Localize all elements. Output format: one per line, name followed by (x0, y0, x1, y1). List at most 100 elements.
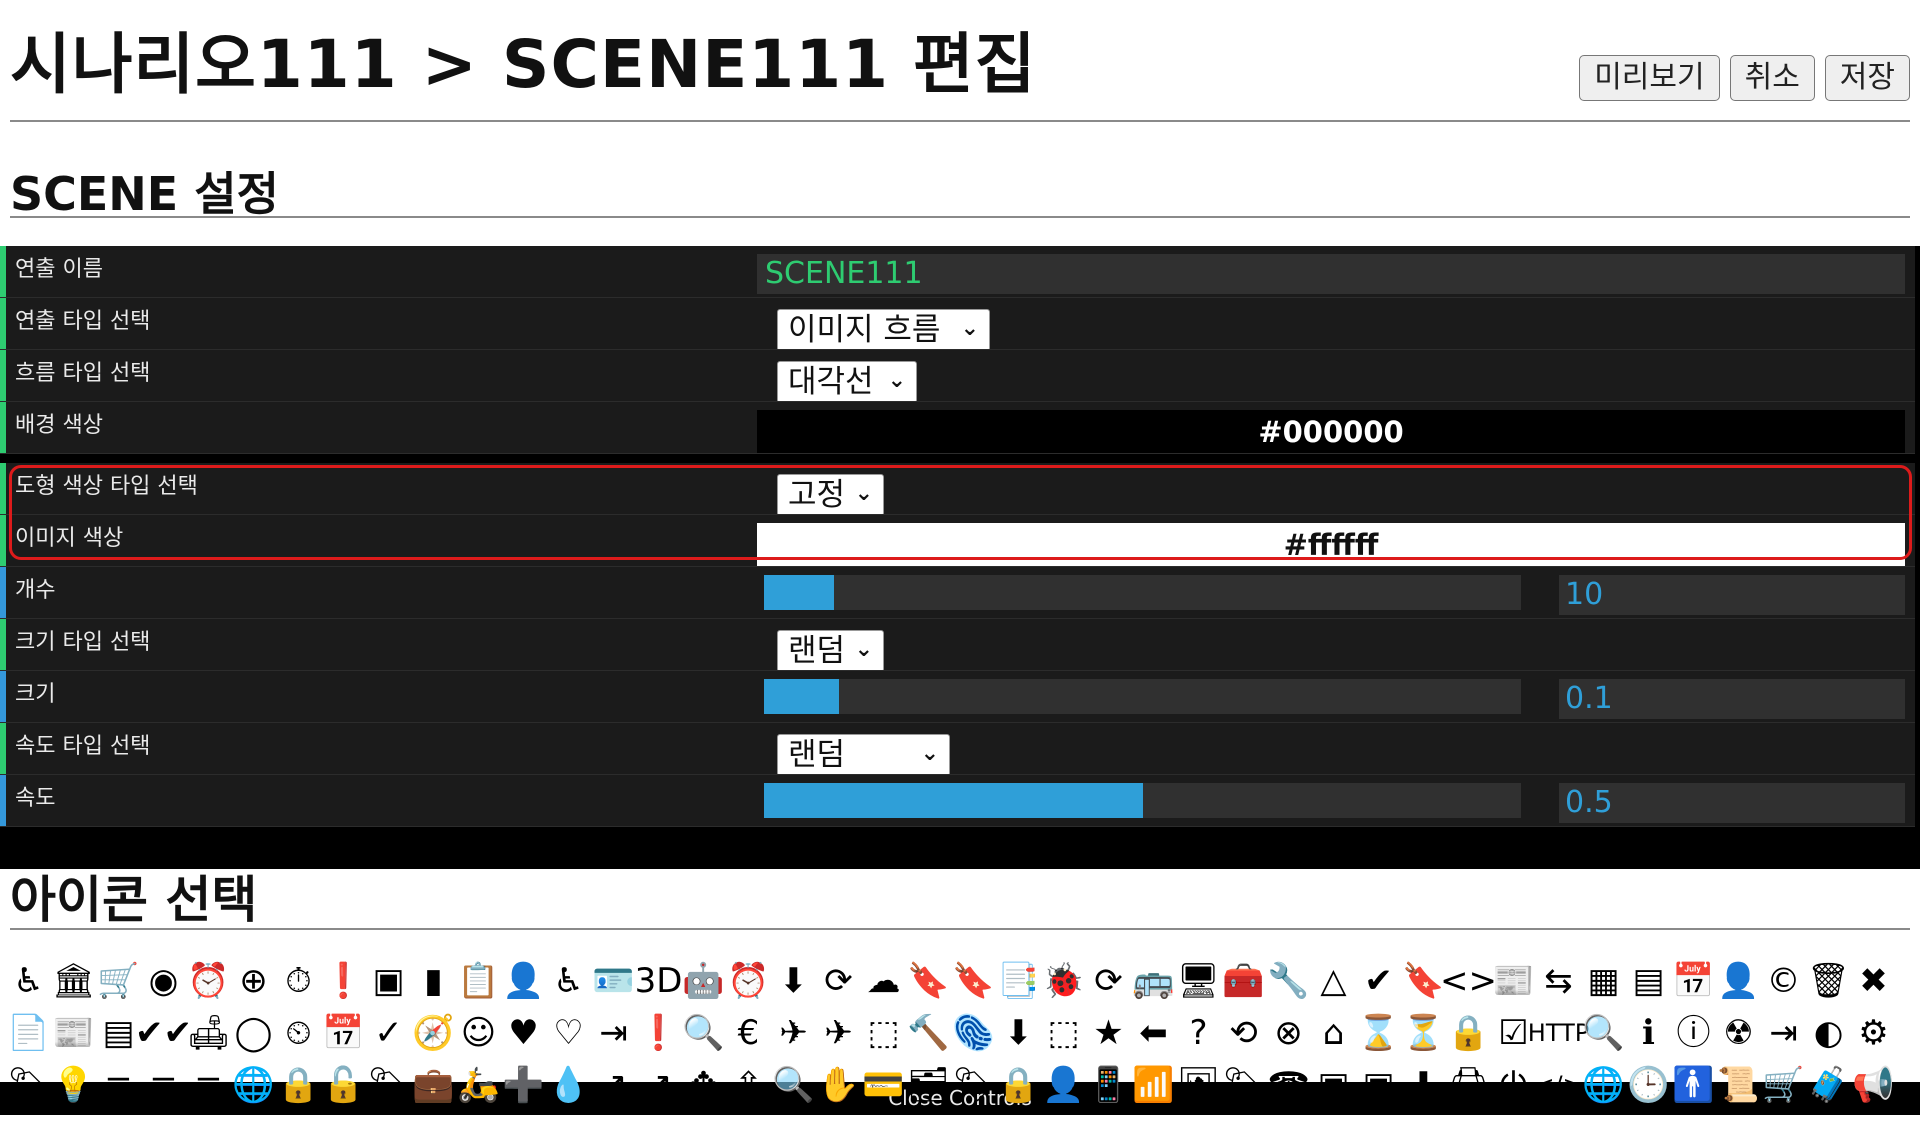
motorcycle-icon[interactable]: 🛵 (456, 1060, 501, 1110)
three-d-icon[interactable]: 3D (635, 956, 683, 1006)
desktop-icon[interactable]: 🖥 (1176, 956, 1221, 1006)
bookmark-icon[interactable]: 🔖 (906, 956, 951, 1006)
hourglass-full-icon[interactable]: ⏳ (1401, 1008, 1446, 1058)
size-slider[interactable] (764, 679, 1521, 714)
announcement-icon[interactable]: ❗ (321, 956, 366, 1006)
accessibility-icon[interactable]: ♿ (6, 956, 51, 1006)
wrench-icon[interactable]: 🔧 (1266, 956, 1311, 1006)
phone-callback-icon[interactable]: ☎ (1266, 1060, 1311, 1110)
http-icon[interactable]: HTTP (1528, 1008, 1589, 1058)
picture-in-picture-icon[interactable]: ▣ (1311, 1060, 1356, 1110)
pip-alt-icon[interactable]: ▣ (1356, 1060, 1401, 1110)
feedback-icon[interactable]: ❗ (636, 1008, 681, 1058)
copy-icon[interactable]: ⬚ (1041, 1008, 1086, 1058)
note-add-icon[interactable]: ➕ (501, 1060, 546, 1110)
fingerprint-icon[interactable]: 🫆 (951, 1008, 996, 1058)
settings-display-icon[interactable]: ⚙ (1851, 1008, 1896, 1058)
archive-icon[interactable]: ⬇ (771, 956, 816, 1006)
payment-icon[interactable]: 💳 (861, 1060, 906, 1110)
input-icon[interactable]: ⇥ (1761, 1008, 1806, 1058)
login-icon[interactable]: ⇥ (591, 1008, 636, 1058)
open-in-new-icon[interactable]: ↗ (591, 1060, 636, 1110)
check-icon[interactable]: ✓ (366, 1008, 411, 1058)
launch-icon[interactable]: ↗ (636, 1060, 681, 1110)
cart-icon[interactable]: 🛒 (96, 956, 141, 1006)
luggage-icon[interactable]: 🧳 (1806, 1060, 1851, 1110)
select-area-icon[interactable]: ⬚ (861, 1008, 906, 1058)
bus-icon[interactable]: 🚌 (1131, 956, 1176, 1006)
phone-lock-icon[interactable]: 🪪 (591, 956, 636, 1006)
upload-icon[interactable]: ⇪ (726, 1060, 771, 1110)
card-icon[interactable]: ▤ (1626, 956, 1671, 1006)
heart-outline-icon[interactable]: ♡ (546, 1008, 591, 1058)
user-circle-icon[interactable]: ◉ (141, 956, 186, 1006)
face-icon[interactable]: ☺ (456, 1008, 501, 1058)
code-tag-icon[interactable]: </> (1534, 1060, 1582, 1110)
check-circle-icon[interactable]: ✔ (1356, 956, 1401, 1006)
size-value-input[interactable]: 0.1 (1559, 679, 1905, 719)
photo-icon[interactable]: 🖼 (1176, 1060, 1221, 1110)
heart-icon[interactable]: ♥ (501, 1008, 546, 1058)
count-slider[interactable] (764, 575, 1521, 610)
gavel-icon[interactable]: 🔨 (906, 1008, 951, 1058)
wheelchair-icon[interactable]: ♿ (546, 956, 591, 1006)
menu-icon[interactable]: ≡ (96, 1060, 141, 1110)
radioactive-icon[interactable]: ☢ (1716, 1008, 1761, 1058)
speed-type-select[interactable]: 랜덤 ⌄ (777, 734, 950, 774)
work-icon[interactable]: 💼 (411, 1060, 456, 1110)
contact-icon[interactable]: 👤 (1716, 956, 1761, 1006)
person-outline-icon[interactable]: 👤 (1041, 1060, 1086, 1110)
bug-icon[interactable]: 🐞 (1041, 956, 1086, 1006)
document-icon[interactable]: 📄 (6, 1008, 51, 1058)
download-icon[interactable]: ⬇ (996, 1008, 1041, 1058)
translate-icon[interactable]: 🌐 (1581, 1060, 1626, 1110)
home-icon[interactable]: ⌂ (1311, 1008, 1356, 1058)
flight-land-icon[interactable]: ✈ (816, 1008, 861, 1058)
alarm-off-icon[interactable]: ⏰ (726, 956, 771, 1006)
lightbulb-icon[interactable]: 💡 (51, 1060, 96, 1110)
preview-button[interactable]: 미리보기 (1579, 55, 1720, 101)
calendar-day-icon[interactable]: 📅 (321, 1008, 366, 1058)
image-color-picker[interactable]: #ffffff (757, 523, 1905, 566)
cloud-upload-icon[interactable]: ☁ (861, 956, 906, 1006)
speed-value-input[interactable]: 0.5 (1559, 783, 1905, 823)
info-outline-icon[interactable]: ⓘ (1671, 1008, 1716, 1058)
secure-icon[interactable]: 🔒 (996, 1060, 1041, 1110)
double-check-icon[interactable]: ✔✔ (135, 1008, 192, 1058)
campaign-icon[interactable]: 📢 (1851, 1060, 1896, 1110)
back-icon[interactable]: ⬅ (1131, 1008, 1176, 1058)
opacity-icon[interactable]: 💧 (546, 1060, 591, 1110)
seat-icon[interactable]: 🛋 (186, 1008, 231, 1058)
dashboard-icon[interactable]: ▦ (1581, 956, 1626, 1006)
label-icon[interactable]: 🏷 (6, 1060, 51, 1110)
find-in-page-icon[interactable]: 🔍 (681, 1008, 726, 1058)
power-icon[interactable]: ⏻ (1491, 1060, 1536, 1110)
pan-tool-icon[interactable]: ✋ (816, 1060, 861, 1110)
search-replace-icon[interactable]: 🔍 (1581, 1008, 1626, 1058)
scene-name-input[interactable]: SCENE111 (757, 254, 1905, 294)
size-type-select[interactable]: 랜덤 ⌄ (777, 630, 884, 670)
code-icon[interactable]: <> (1440, 956, 1497, 1006)
print-icon[interactable]: 🖨 (1446, 1060, 1491, 1110)
lock-open-icon[interactable]: 🔓 (321, 1060, 366, 1110)
schedule-icon[interactable]: 🕒 (1626, 1060, 1671, 1110)
cancel-button[interactable]: 취소 (1729, 55, 1815, 101)
hourglass-empty-icon[interactable]: ⌛ (1356, 1008, 1401, 1058)
newspaper-icon[interactable]: 📰 (51, 1008, 96, 1058)
triangle-icon[interactable]: △ (1311, 956, 1356, 1006)
alarm-icon[interactable]: ⏰ (186, 956, 231, 1006)
move-icon[interactable]: ✥ (681, 1060, 726, 1110)
flow-type-select[interactable]: 대각선 ⌄ (777, 361, 917, 401)
euro-icon[interactable]: € (726, 1008, 771, 1058)
star-icon[interactable]: ★ (1086, 1008, 1131, 1058)
zoom-icon[interactable]: 🔍 (771, 1060, 816, 1110)
tag-icon[interactable]: 🏷 (366, 1060, 411, 1110)
autorenew-icon[interactable]: ⟳ (816, 956, 861, 1006)
download-small-icon[interactable]: ⬇ (1401, 1060, 1446, 1110)
man-icon[interactable]: 🚹 (1671, 1060, 1716, 1110)
trash-icon[interactable]: 🗑 (1806, 956, 1851, 1006)
list-bulleted-icon[interactable]: ≡ (186, 1060, 231, 1110)
background-color-picker[interactable]: #000000 (757, 410, 1905, 453)
bank-icon[interactable]: 🏛 (51, 956, 96, 1006)
cancel-icon[interactable]: ⊗ (1266, 1008, 1311, 1058)
